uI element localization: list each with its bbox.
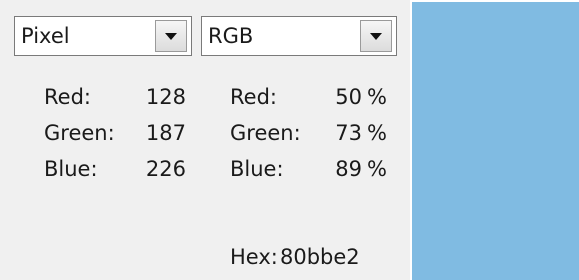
- unit-dropdown[interactable]: Pixel: [14, 16, 192, 56]
- percent-green-label: Green:: [230, 121, 301, 145]
- percent-row-blue: Blue: 89 %: [0, 156, 400, 182]
- unit-dropdown-value: Pixel: [21, 24, 70, 48]
- hex-label: Hex:: [230, 245, 278, 269]
- percent-blue-label: Blue:: [230, 157, 284, 181]
- color-mode-dropdown[interactable]: RGB: [201, 16, 397, 56]
- color-mode-dropdown-value: RGB: [208, 24, 254, 48]
- percent-green-unit: %: [367, 121, 387, 145]
- color-mode-dropdown-arrow-button[interactable]: [360, 20, 392, 52]
- color-swatch: [410, 0, 579, 280]
- percent-blue-unit: %: [367, 157, 387, 181]
- percent-red-value: 50: [335, 85, 362, 109]
- percent-blue-value: 89: [335, 157, 362, 181]
- chevron-down-icon: [370, 32, 382, 40]
- hex-value: 80bbe2: [280, 245, 360, 269]
- chevron-down-icon: [165, 32, 177, 40]
- percent-red-unit: %: [367, 85, 387, 109]
- color-picker-panel: Pixel RGB Red: 128 Green: 187 Blue: 226 …: [0, 0, 579, 280]
- percent-row-red: Red: 50 %: [0, 84, 400, 110]
- percent-red-label: Red:: [230, 85, 277, 109]
- percent-row-green: Green: 73 %: [0, 120, 400, 146]
- percent-green-value: 73: [335, 121, 362, 145]
- unit-dropdown-arrow-button[interactable]: [155, 20, 187, 52]
